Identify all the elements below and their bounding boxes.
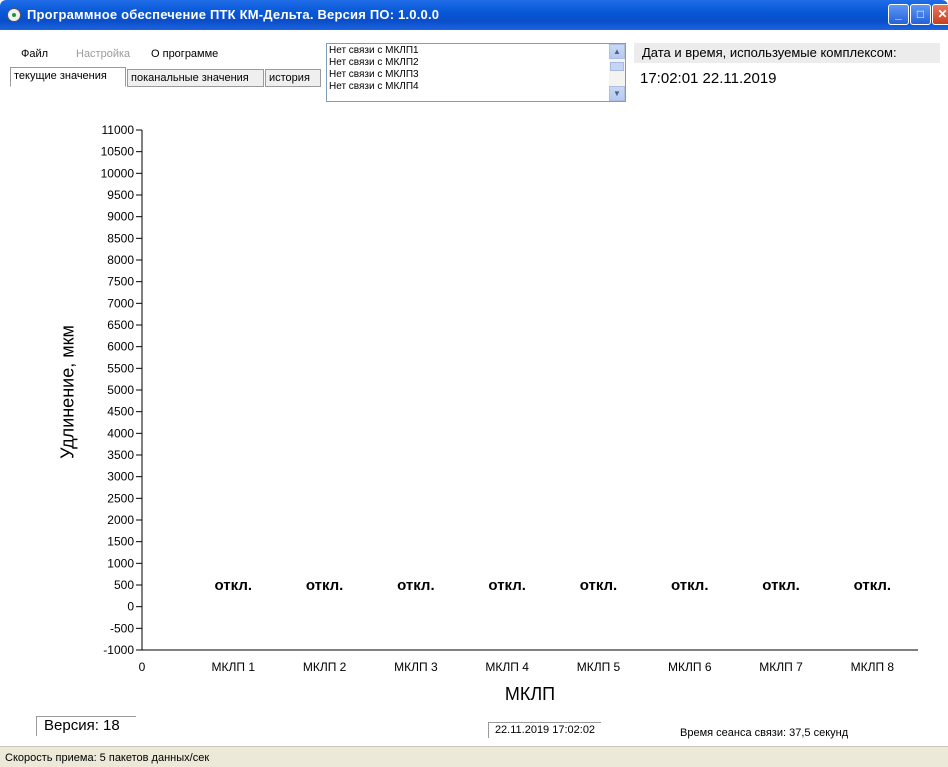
x-tick-label: МКЛП 3 (394, 660, 438, 674)
y-tick-label: 8500 (107, 231, 134, 245)
y-tick-label: 1500 (107, 535, 134, 549)
y-tick-label: 4500 (107, 405, 134, 419)
bar-value-label: откл. (854, 577, 892, 594)
y-tick-label: 500 (114, 578, 134, 592)
y-tick-label: 7500 (107, 275, 134, 289)
bar-value-label: откл. (397, 577, 435, 594)
bar-value-label: откл. (488, 577, 526, 594)
y-tick-label: 11000 (102, 123, 135, 137)
bar-value-label: откл. (306, 577, 344, 594)
x-tick-label: МКЛП 8 (851, 660, 895, 674)
timestamp-field: 22.11.2019 17:02:02 (488, 722, 601, 738)
y-tick-label: 5000 (107, 383, 134, 397)
x-tick-label: МКЛП 2 (303, 660, 347, 674)
y-tick-label: 3000 (107, 470, 134, 484)
y-tick-label: 1000 (107, 556, 134, 570)
y-tick-label: 10000 (101, 166, 135, 180)
elongation-chart: 1100010500100009500900085008000750070006… (101, 123, 918, 674)
y-tick-label: 2500 (107, 491, 134, 505)
y-tick-label: -500 (110, 621, 134, 635)
bar-value-label: откл. (762, 577, 800, 594)
status-bar: Скорость приема: 5 пакетов данных/сек (0, 746, 948, 767)
y-tick-label: 5500 (107, 361, 134, 375)
y-tick-label: -1000 (103, 643, 134, 657)
y-tick-label: 3500 (107, 448, 134, 462)
x-tick-label: МКЛП 6 (668, 660, 712, 674)
y-tick-label: 4000 (107, 426, 134, 440)
y-tick-label: 8000 (107, 253, 134, 267)
bar-value-label: откл. (671, 577, 709, 594)
version-field: Версия: 18 (36, 716, 136, 736)
y-tick-label: 0 (127, 600, 134, 614)
y-tick-label: 10500 (101, 145, 135, 159)
y-tick-label: 6500 (107, 318, 134, 332)
session-time: Время сеанса связи: 37,5 секунд (680, 727, 849, 739)
x-axis: 0 МКЛП 1 МКЛП 2 МКЛП 3 МКЛП 4 МКЛП 5 МКЛП 6 МКЛ… (139, 649, 918, 674)
x-tick-label: МКЛП 1 (212, 660, 256, 674)
y-axis-title: Удлинение, мкм (57, 325, 78, 459)
x-axis-title: МКЛП (504, 684, 556, 704)
x-tick-label: МКЛП 7 (759, 660, 803, 674)
bar-value-label: откл. (580, 577, 618, 594)
y-tick-label: 9000 (107, 210, 134, 224)
y-axis: 1100010500100009500900085008000750070006… (101, 123, 143, 657)
x-origin-label: 0 (139, 660, 146, 674)
x-tick-label: МКЛП 4 (485, 660, 529, 674)
y-tick-label: 9500 (107, 188, 134, 202)
y-tick-label: 2000 (107, 513, 134, 527)
y-tick-label: 6000 (107, 340, 134, 354)
y-tick-label: 7000 (107, 296, 134, 310)
x-tick-label: МКЛП 5 (577, 660, 621, 674)
bar-value-label: откл. (215, 577, 253, 594)
bar-labels: откл. откл. откл. откл. откл. откл. откл. откл. (215, 577, 892, 594)
receive-rate: Скорость приема: 5 пакетов данных/сек (5, 752, 210, 764)
